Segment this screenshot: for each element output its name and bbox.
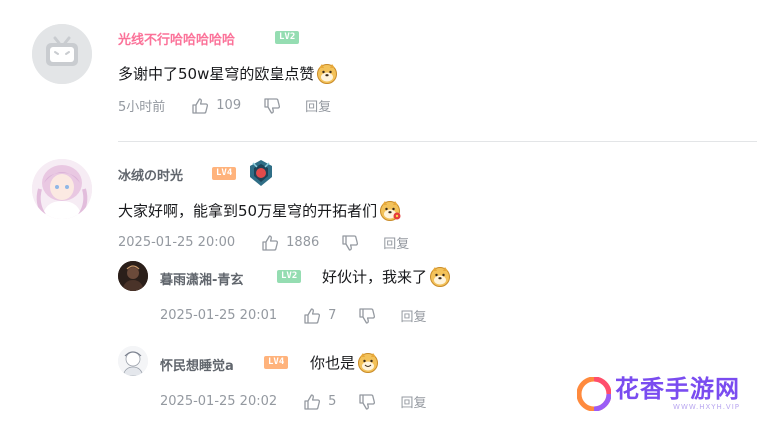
level-badge: LV2 xyxy=(277,270,302,283)
thumbs-up-icon xyxy=(192,97,209,114)
comment-text-content: 大家好啊，能拿到50万星穹的开拓者们 xyxy=(118,201,378,220)
like-button[interactable]: 5 xyxy=(303,393,336,411)
reply-username[interactable]: 怀民想睡觉a xyxy=(160,355,234,374)
avatar-reply-sketch[interactable] xyxy=(118,346,148,376)
like-count: 7 xyxy=(328,308,337,323)
reply-meta: 2025-01-25 20:01 7 回复 xyxy=(160,306,426,325)
thumbs-up-icon xyxy=(304,393,321,410)
comment-time: 2025-01-25 20:00 xyxy=(118,235,236,250)
reply-time: 2025-01-25 20:01 xyxy=(160,308,278,323)
level-badge: LV2 xyxy=(275,31,300,44)
reply-text: 好伙计，我来了 xyxy=(322,265,451,287)
like-count: 109 xyxy=(216,98,242,113)
avatar-default-tv[interactable] xyxy=(32,24,92,84)
like-button[interactable]: 7 xyxy=(303,307,336,325)
like-count: 5 xyxy=(328,394,337,409)
level-badge: LV4 xyxy=(264,356,289,369)
flower-logo-icon xyxy=(577,376,611,411)
thumbs-up-icon xyxy=(262,234,279,251)
reply-button[interactable]: 回复 xyxy=(400,306,426,325)
level-badge: LV4 xyxy=(212,167,237,180)
doge-flower-emoji-icon xyxy=(380,201,401,221)
thumbs-down-icon[interactable] xyxy=(358,393,376,411)
like-count: 1886 xyxy=(286,235,320,250)
doge-emoji-icon xyxy=(430,267,451,287)
tv-avatar-icon xyxy=(32,24,92,84)
like-button[interactable]: 1886 xyxy=(261,234,319,252)
watermark-title: 花香手游网 xyxy=(615,375,740,403)
doge-emoji-icon xyxy=(317,64,338,84)
comment-username[interactable]: 冰绒の时光 xyxy=(118,165,183,184)
doge-emoji-icon xyxy=(358,353,379,373)
fan-medal-icon xyxy=(250,160,272,186)
reply-button[interactable]: 回复 xyxy=(305,96,331,115)
reply-text-content: 好伙计，我来了 xyxy=(322,267,428,286)
comment-username[interactable]: 光线不行哈哈哈哈哈 xyxy=(118,29,235,48)
comment-divider xyxy=(118,141,757,142)
anime-avatar-icon xyxy=(32,159,92,219)
reply-meta: 2025-01-25 20:02 5 回复 xyxy=(160,392,426,411)
comment-text: 多谢中了50w星穹的欧皇点赞 xyxy=(118,62,338,84)
thumbs-down-icon[interactable] xyxy=(263,97,281,115)
thumbs-down-icon[interactable] xyxy=(341,234,359,252)
sketch-avatar-icon xyxy=(118,346,148,376)
dark-avatar-icon xyxy=(118,261,148,291)
thumbs-up-icon xyxy=(304,307,321,324)
reply-text-content: 你也是 xyxy=(310,353,356,372)
reply-time: 2025-01-25 20:02 xyxy=(160,394,278,409)
reply-username[interactable]: 暮雨潇湘-青玄 xyxy=(160,269,243,288)
reply-button[interactable]: 回复 xyxy=(400,392,426,411)
thumbs-down-icon[interactable] xyxy=(358,307,376,325)
watermark-url: WWW.HXYH.VIP xyxy=(673,403,740,411)
watermark: 花香手游网 WWW.HXYH.VIP xyxy=(577,376,740,411)
comment-meta: 2025-01-25 20:00 1886 回复 xyxy=(118,233,409,252)
avatar-anime-girl[interactable] xyxy=(32,159,92,219)
reply-text: 你也是 xyxy=(310,351,379,373)
comment-text: 大家好啊，能拿到50万星穹的开拓者们 xyxy=(118,199,401,221)
comment-time: 5小时前 xyxy=(118,100,166,115)
like-button[interactable]: 109 xyxy=(191,97,241,115)
reply-button[interactable]: 回复 xyxy=(383,233,409,252)
comment-text-content: 多谢中了50w星穹的欧皇点赞 xyxy=(118,64,315,83)
comment-meta: 5小时前 109 回复 xyxy=(118,96,331,115)
avatar-reply-dark[interactable] xyxy=(118,261,148,291)
